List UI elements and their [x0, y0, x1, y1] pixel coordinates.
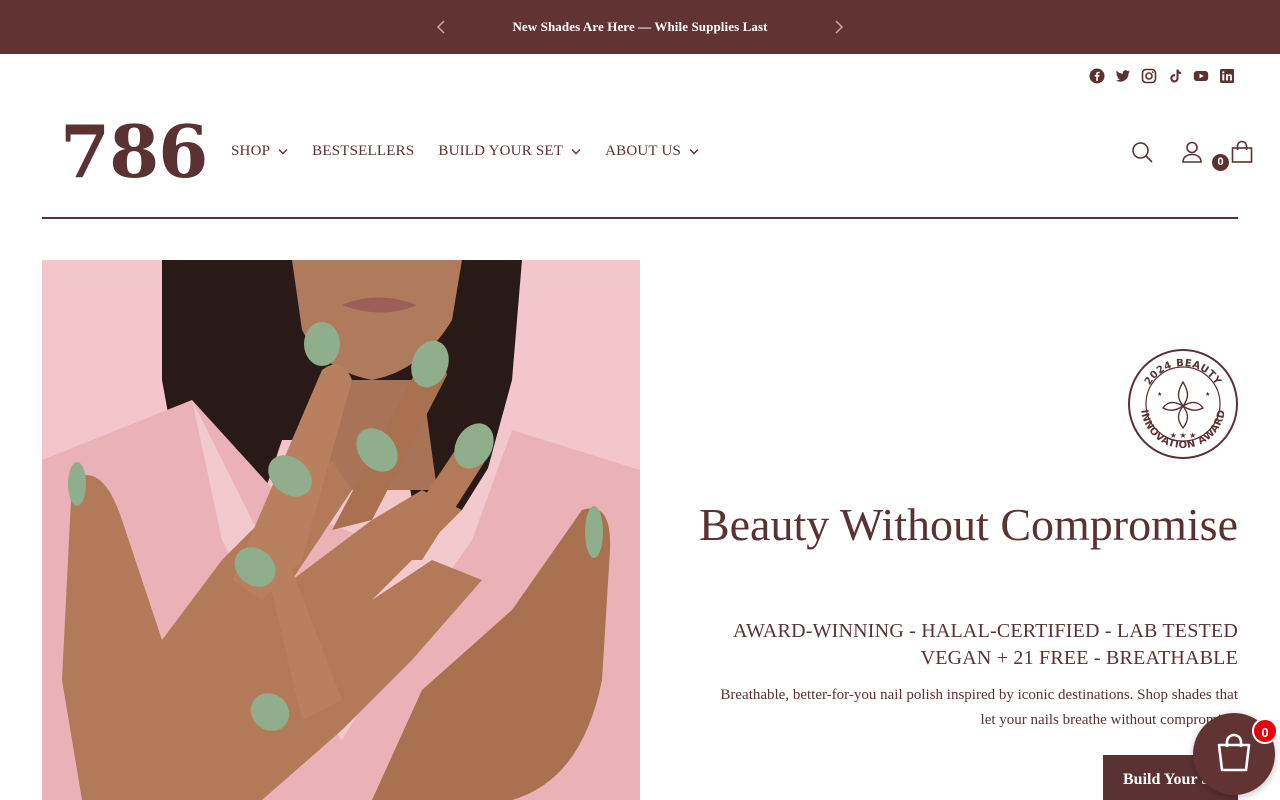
- announcement-next-button[interactable]: [832, 17, 846, 37]
- cart-button[interactable]: 0: [1212, 140, 1254, 171]
- nav-item-bestsellers[interactable]: BESTSELLERS: [312, 143, 414, 160]
- svg-text:INNOVATION AWARD: INNOVATION AWARD: [1138, 409, 1228, 451]
- youtube-link[interactable]: [1193, 67, 1209, 85]
- instagram-link[interactable]: [1141, 67, 1157, 85]
- hero-description: Breathable, better-for-you nail polish i…: [720, 687, 1238, 728]
- nav-item-shop[interactable]: SHOP: [231, 143, 288, 160]
- social-links: [1089, 67, 1235, 85]
- floating-cart-count-badge: 0: [1252, 718, 1278, 744]
- svg-text:★: ★: [1205, 391, 1210, 398]
- twitter-link[interactable]: [1115, 67, 1131, 85]
- account-button[interactable]: [1180, 140, 1204, 166]
- tiktok-icon: [1170, 69, 1182, 83]
- nav-item-build-your-set[interactable]: BUILD YOUR SET: [438, 143, 581, 160]
- nav-item-about-us[interactable]: ABOUT US: [605, 143, 699, 160]
- search-icon: [1132, 142, 1153, 163]
- chevron-down-icon: [689, 149, 699, 155]
- facebook-link[interactable]: [1089, 67, 1105, 85]
- chevron-down-icon: [278, 149, 288, 155]
- svg-text:★: ★: [1157, 391, 1162, 398]
- award-badge: 2024 BEAUTY INNOVATION AWARD ★ ★ ★ ★ ★: [1127, 348, 1239, 460]
- shopping-bag-icon: [1217, 733, 1251, 772]
- account-icon: [1182, 141, 1202, 163]
- cart-count-badge: 0: [1212, 154, 1229, 171]
- nav-item-label: SHOP: [231, 143, 271, 159]
- twitter-icon: [1115, 70, 1130, 82]
- instagram-icon: [1141, 68, 1157, 84]
- facebook-icon: [1089, 68, 1105, 84]
- hero-subhead-line-1: AWARD-WINNING - HALAL-CERTIFIED - LAB TE…: [733, 620, 1238, 642]
- linkedin-link[interactable]: [1219, 67, 1235, 85]
- header-divider: [42, 217, 1238, 219]
- linkedin-icon: [1220, 69, 1234, 83]
- announcement-message[interactable]: New Shades Are Here — While Supplies Las…: [0, 19, 1280, 35]
- nav-item-label: BESTSELLERS: [312, 143, 415, 159]
- hero-image: [42, 260, 640, 800]
- svg-text:★ ★ ★: ★ ★ ★: [1170, 431, 1197, 440]
- nav-item-label: ABOUT US: [605, 143, 682, 159]
- main-nav: SHOP BESTSELLERS BUILD YOUR SET ABOUT US: [231, 143, 723, 160]
- brand-logo[interactable]: 786: [60, 112, 208, 192]
- search-button[interactable]: [1130, 140, 1154, 166]
- hero-title: Beauty Without Compromise: [698, 499, 1238, 550]
- hero-subhead-line-2: VEGAN + 21 FREE - BREATHABLE: [920, 647, 1238, 669]
- award-seal-icon: 2024 BEAUTY INNOVATION AWARD ★ ★ ★ ★ ★: [1128, 349, 1238, 459]
- header-actions: 0: [1130, 140, 1254, 171]
- chevron-down-icon: [571, 149, 581, 155]
- cart-icon: [1231, 140, 1253, 163]
- youtube-icon: [1193, 71, 1209, 81]
- tiktok-link[interactable]: [1167, 67, 1183, 85]
- announcement-bar: New Shades Are Here — While Supplies Las…: [0, 0, 1280, 54]
- nav-item-label: BUILD YOUR SET: [438, 143, 564, 159]
- hands-with-green-polish-image: [42, 260, 640, 800]
- chevron-right-icon: [835, 20, 844, 34]
- hero-subhead: AWARD-WINNING - HALAL-CERTIFIED - LAB TE…: [678, 618, 1238, 672]
